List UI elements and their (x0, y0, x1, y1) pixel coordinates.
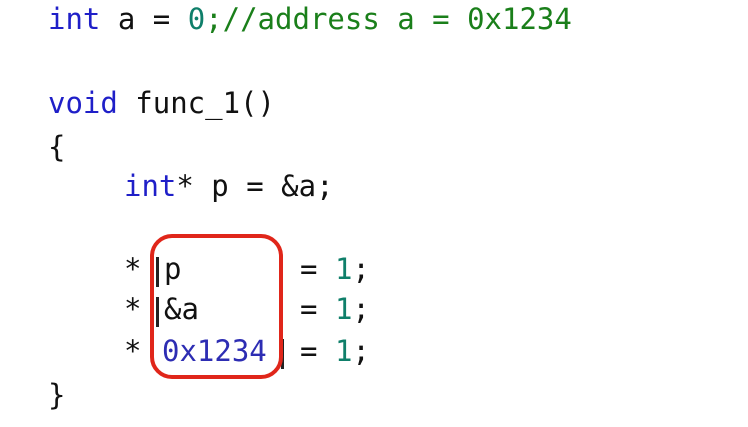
keyword-int: int (48, 2, 101, 36)
operand-highlight-box (150, 234, 283, 379)
code-editor: int a = 0;//address a = 0x1234 void func… (0, 0, 748, 427)
code-line-open-brace: { (48, 129, 65, 165)
code-line-deref-p: * (124, 251, 141, 287)
keyword-int: int (124, 169, 177, 203)
deref-star: * (124, 252, 142, 286)
semicolon: ; (352, 292, 370, 326)
code-line-deref-address: * (124, 291, 141, 327)
assign-part-3: = 1; (300, 333, 370, 369)
assign-part-1: = 1; (300, 251, 370, 287)
deref-star: * (124, 334, 142, 368)
semicolon: ; (352, 334, 370, 368)
assign-part-2: = 1; (300, 291, 370, 327)
function-name: func_1() (117, 86, 275, 120)
number-literal: 1 (334, 334, 353, 368)
open-brace: { (48, 130, 66, 164)
deref-star: * (124, 292, 142, 326)
code-line-close-brace: } (48, 377, 65, 413)
number-literal: 1 (334, 292, 353, 326)
close-brace: } (48, 378, 66, 412)
keyword-void: void (48, 86, 118, 120)
code-comment: //address a = 0x1234 (222, 2, 572, 36)
equals-sign: = (300, 252, 318, 286)
number-literal: 0 (187, 2, 206, 36)
number-literal: 1 (334, 252, 353, 286)
code-line-func-signature: void func_1() (48, 85, 275, 121)
equals-sign: = (300, 292, 318, 326)
equals-sign: = (300, 334, 318, 368)
semicolon: ; (352, 252, 370, 286)
code-line-pointer-decl: int* p = &a; (124, 168, 334, 204)
code-text: * p = &a; (176, 169, 334, 203)
code-text: a = (100, 2, 188, 36)
code-line-global-decl: int a = 0;//address a = 0x1234 (48, 1, 572, 37)
semicolon: ; (205, 2, 223, 36)
code-line-deref-hex: * (124, 333, 141, 369)
